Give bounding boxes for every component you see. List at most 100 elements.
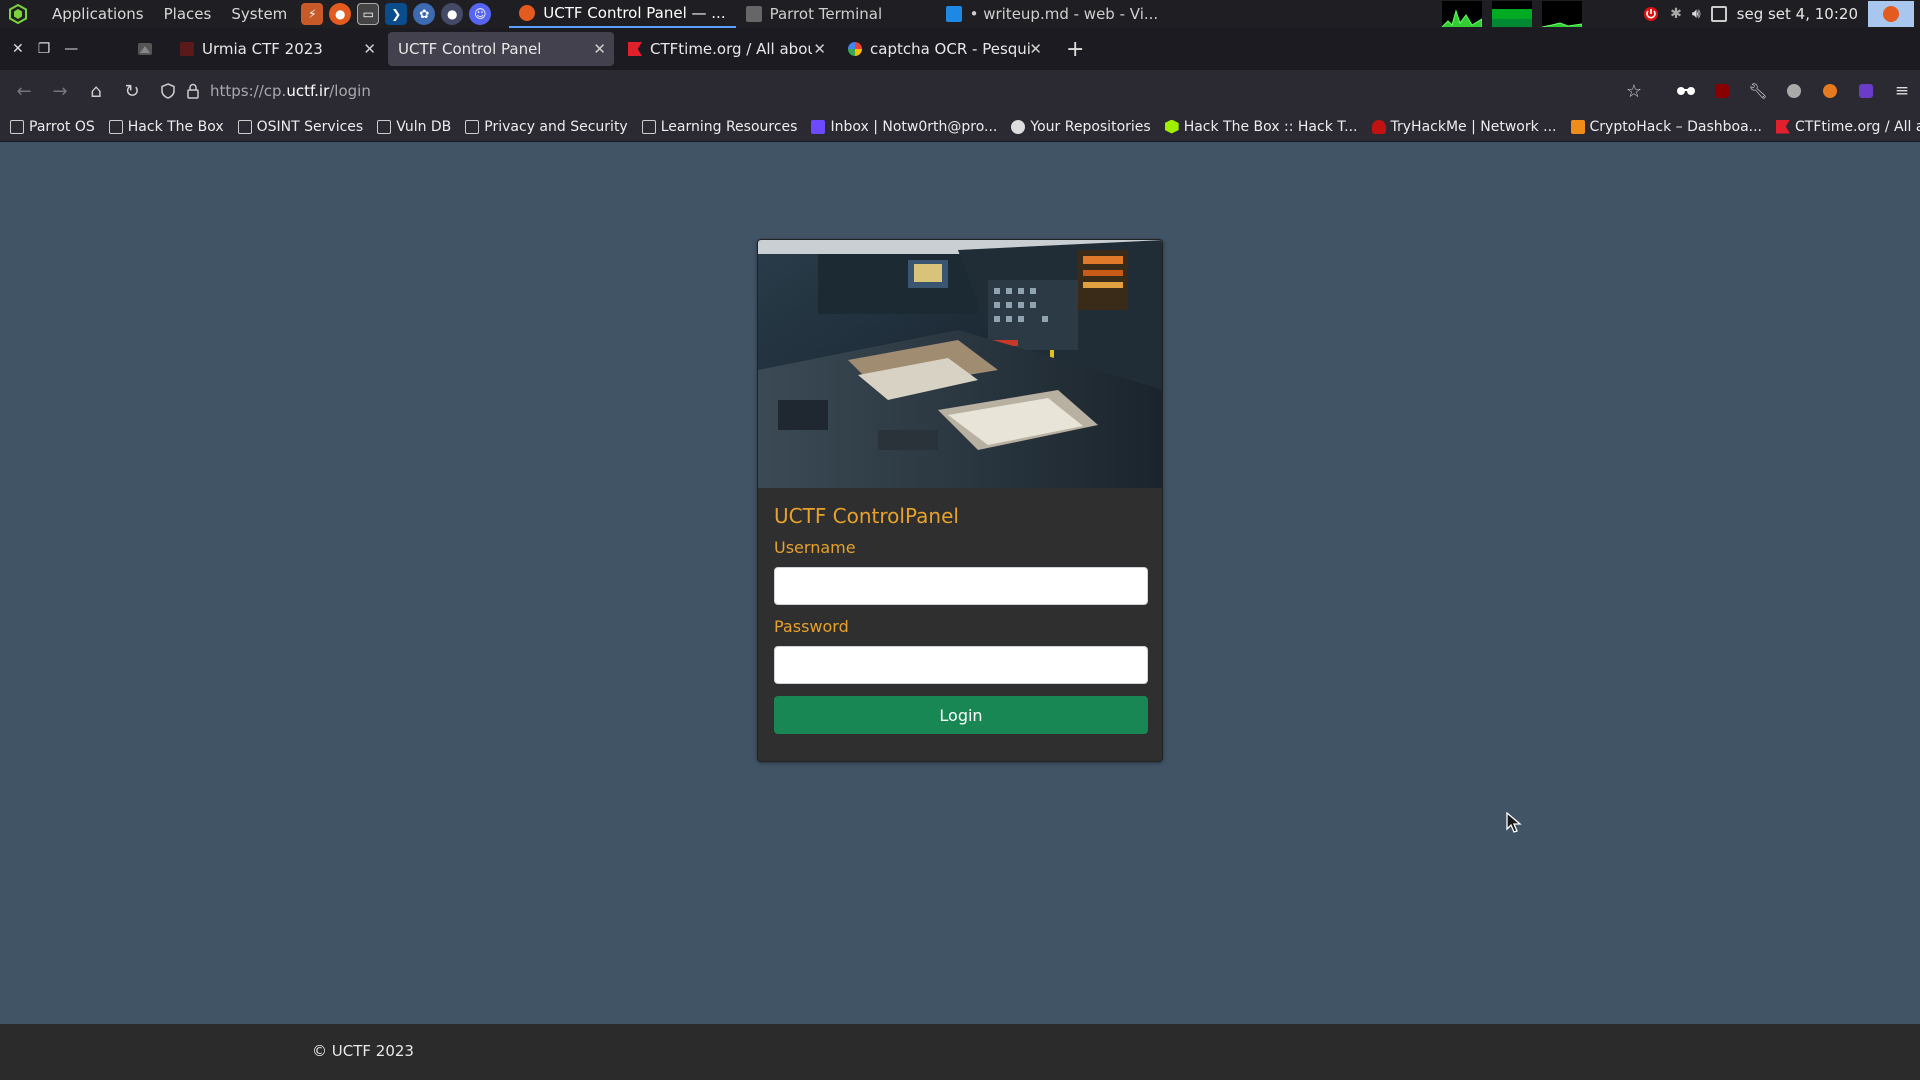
folder-icon [10, 119, 24, 134]
bookmark-parrot-os[interactable]: Parrot OS [10, 119, 95, 135]
power-icon[interactable] [1642, 5, 1660, 23]
tab-close-icon[interactable]: ✕ [363, 40, 376, 58]
bookmark-vuln-db[interactable]: Vuln DB [377, 119, 451, 135]
bookmark-label: Privacy and Security [484, 118, 628, 135]
close-window-icon[interactable]: ✕ [12, 41, 24, 57]
login-form: UCTF ControlPanel Username Password Logi… [758, 488, 1162, 750]
discord-icon[interactable]: ☺ [469, 3, 492, 25]
folder-icon [641, 119, 656, 134]
network-graph-icon [1542, 1, 1583, 27]
bookmark-tryhackme[interactable]: TryHackMe | Network ... [1371, 118, 1557, 135]
bluetooth-icon[interactable]: ✱ [1670, 6, 1682, 22]
volume-icon[interactable]: 🔊︎ [1692, 6, 1701, 22]
extension-badge-icon[interactable] [1848, 75, 1884, 107]
tab-label: captcha OCR - Pesquisa G [870, 40, 1030, 58]
shield-icon[interactable] [160, 83, 176, 99]
bookmark-inbox[interactable]: Inbox | Notw0rth@pro... [811, 119, 997, 135]
clock[interactable]: seg set 4, 10:20 [1737, 5, 1858, 23]
google-favicon-icon [848, 42, 862, 56]
login-button[interactable]: Login [774, 696, 1148, 734]
cryptohack-icon [1570, 119, 1585, 134]
bug-tracker-icon[interactable]: ✿ [413, 3, 436, 25]
extension-face-icon[interactable] [1776, 75, 1812, 107]
url-bar[interactable]: https://cp.uctf.ir/login ☆ [150, 74, 1652, 108]
minimize-window-icon[interactable]: — [64, 41, 78, 57]
tab-urmia-ctf[interactable]: Urmia CTF 2023 ✕ [170, 32, 384, 66]
tab-uctf-control-panel[interactable]: UCTF Control Panel ✕ [388, 32, 614, 66]
hamburger-menu-icon[interactable]: ≡ [1884, 75, 1920, 107]
lock-app-icon[interactable]: ● [441, 3, 464, 25]
launchers: ⚡ ● ▭ ❯ ✿ ● ☺ [301, 3, 492, 25]
firefox-icon[interactable]: ● [329, 3, 352, 25]
bookmark-label: Parrot OS [29, 118, 95, 135]
pinned-tab[interactable] [120, 31, 170, 67]
task-label: • writeup.md - web - Vi... [969, 5, 1159, 23]
thm-icon [1371, 119, 1386, 134]
bookmark-label: Vuln DB [396, 118, 452, 135]
url-text[interactable]: https://cp.uctf.ir/login [210, 82, 371, 100]
bookmark-label: Your Repositories [1030, 118, 1151, 135]
password-input[interactable] [774, 646, 1148, 684]
ublock-icon[interactable] [1704, 75, 1740, 107]
system-tray: ✱ 🔊︎ seg set 4, 10:20 [1442, 0, 1920, 28]
bookmark-privacy-security[interactable]: Privacy and Security [465, 118, 628, 135]
tab-ctftime[interactable]: CTFtime.org / All about C ✕ [618, 32, 834, 66]
footer-copyright: © UCTF 2023 [312, 1042, 414, 1060]
foxyproxy-icon[interactable] [1812, 75, 1848, 107]
back-button[interactable]: ← [6, 75, 42, 107]
bookmark-repositories[interactable]: Your Repositories [1011, 118, 1151, 135]
bookmark-cryptohack[interactable]: CryptoHack – Dashboa... [1570, 119, 1762, 135]
restore-window-icon[interactable]: ❐ [38, 41, 51, 57]
parrot-logo-icon[interactable] [8, 4, 28, 24]
network-icon[interactable] [1710, 6, 1727, 22]
memory-graph-icon [1492, 1, 1533, 27]
urmia-favicon-icon [180, 42, 194, 56]
lock-icon[interactable] [186, 83, 200, 99]
wrench-icon[interactable]: 🔧︎ [1740, 75, 1776, 107]
tab-label: CTFtime.org / All about C [650, 40, 812, 58]
bookmark-label: Learning Resources [660, 118, 798, 135]
task-vscode[interactable]: • writeup.md - web - Vi... [936, 0, 1169, 28]
terminal-icon[interactable]: ▭ [357, 3, 380, 25]
powershell-icon[interactable]: ❯ [385, 3, 408, 25]
burp-icon[interactable]: ⚡ [301, 3, 324, 25]
menu-system[interactable]: System [229, 5, 289, 23]
tab-close-icon[interactable]: ✕ [813, 40, 826, 58]
mouse-cursor-icon [1506, 812, 1522, 833]
system-menu: Applications Places System [0, 4, 289, 24]
url-path: /login [329, 82, 371, 100]
tab-close-icon[interactable]: ✕ [593, 40, 606, 58]
browser-navbar: ← → ⌂ ↻ https://cp.uctf.ir/login ☆ 🔧︎ ≡ [0, 70, 1920, 112]
tab-label: UCTF Control Panel [398, 40, 542, 58]
menu-places[interactable]: Places [162, 5, 214, 23]
folder-icon [237, 119, 252, 134]
bookmark-label: TryHackMe | Network ... [1390, 118, 1557, 135]
new-tab-button[interactable]: + [1054, 37, 1096, 62]
page-footer: © UCTF 2023 [0, 1024, 1920, 1080]
login-title: UCTF ControlPanel [774, 504, 959, 528]
forward-button[interactable]: → [42, 75, 78, 107]
password-label: Password [774, 617, 849, 636]
bookmark-label: CTFtime.org / All abou... [1795, 118, 1920, 135]
tab-close-icon[interactable]: ✕ [1029, 40, 1042, 58]
folder-icon [377, 119, 392, 134]
home-button[interactable]: ⌂ [78, 75, 114, 107]
task-terminal[interactable]: Parrot Terminal [736, 0, 936, 28]
menu-applications[interactable]: Applications [50, 5, 146, 23]
bookmark-label: Inbox | Notw0rth@pro... [830, 118, 998, 135]
tab-captcha-ocr[interactable]: captcha OCR - Pesquisa G ✕ [838, 32, 1050, 66]
firefox-tray-icon[interactable] [1868, 1, 1914, 27]
firefox-icon [519, 5, 536, 21]
username-input[interactable] [774, 567, 1148, 605]
bookmark-ctftime[interactable]: CTFtime.org / All abou... [1776, 119, 1920, 135]
task-label: UCTF Control Panel — ... [543, 4, 726, 22]
bookmark-star-icon[interactable]: ☆ [1626, 81, 1642, 102]
task-firefox[interactable]: UCTF Control Panel — ... [509, 0, 736, 28]
incognito-mask-icon[interactable] [1668, 75, 1704, 107]
bookmark-learning-resources[interactable]: Learning Resources [641, 118, 798, 135]
bookmark-hack-the-box[interactable]: Hack The Box [108, 119, 224, 135]
bookmark-htb[interactable]: Hack The Box :: Hack T... [1164, 119, 1358, 135]
task-label: Parrot Terminal [769, 5, 883, 23]
bookmark-osint-services[interactable]: OSINT Services [237, 119, 363, 135]
reload-button[interactable]: ↻ [114, 75, 150, 107]
